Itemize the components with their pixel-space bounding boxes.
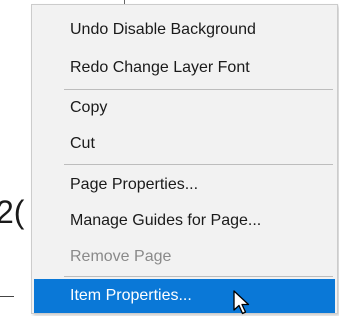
menu-item-undo[interactable]: Undo Disable Background (34, 13, 335, 47)
menu-separator (64, 164, 333, 165)
menu-item-item-properties[interactable]: Item Properties... (34, 279, 335, 313)
menu-item-page-properties[interactable]: Page Properties... (34, 168, 335, 202)
menu-separator (64, 276, 333, 277)
background-line (0, 296, 14, 297)
menu-separator (64, 89, 333, 90)
menu-item-copy[interactable]: Copy (34, 91, 335, 125)
background-canvas-text: 2( (0, 194, 25, 230)
menu-item-redo[interactable]: Redo Change Layer Font (34, 51, 335, 85)
menu-item-remove-page: Remove Page (70, 248, 172, 265)
context-menu: Undo Disable Background Redo Change Laye… (31, 4, 338, 314)
menu-item-cut[interactable]: Cut (34, 127, 335, 161)
menu-item-manage-guides[interactable]: Manage Guides for Page... (34, 204, 335, 238)
arrow-pointer-icon (233, 290, 250, 315)
